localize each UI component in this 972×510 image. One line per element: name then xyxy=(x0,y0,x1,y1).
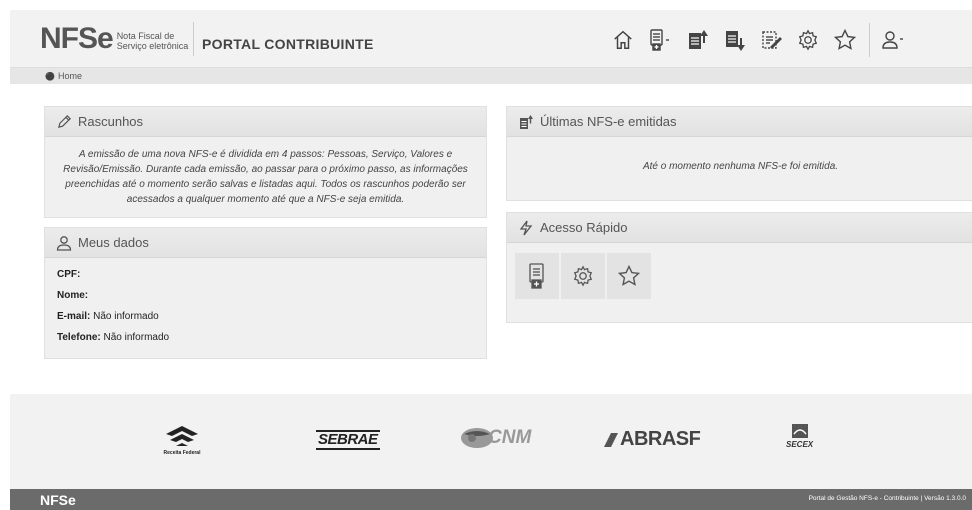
cpf-label: CPF: xyxy=(57,269,81,280)
quick-favorites-button[interactable] xyxy=(607,253,651,299)
version-text: Portal de Gestão NFS-e - Contribuinte | … xyxy=(808,495,966,502)
new-nfse-icon[interactable] xyxy=(645,26,675,54)
ultimas-nfse-panel: Últimas NFS-e emitidas Até o momento nen… xyxy=(506,106,972,201)
nfse-logo[interactable]: NFSe Nota Fiscal de Serviço eletrônica xyxy=(40,24,188,54)
sebrae-text: SEBRAE xyxy=(316,430,380,450)
lightning-icon xyxy=(518,220,534,236)
new-nfse-icon xyxy=(529,263,544,289)
abrasf-text: ABRASF xyxy=(620,428,701,450)
breadcrumb: ⚫ Home xyxy=(10,68,972,84)
telefone-row: Telefone: Não informado xyxy=(57,327,474,348)
quick-settings-button[interactable] xyxy=(561,253,605,299)
email-row: E-mail: Não informado xyxy=(57,306,474,327)
cpf-row: CPF: xyxy=(57,264,474,285)
acesso-rapido-panel: Acesso Rápido xyxy=(506,212,972,323)
telefone-value: Não informado xyxy=(103,332,170,343)
quick-new-nfse-button[interactable] xyxy=(515,253,559,299)
portal-title: PORTAL CONTRIBUINTE xyxy=(202,36,374,52)
cnm-text: CNM xyxy=(488,427,532,448)
issued-upload-icon[interactable] xyxy=(682,26,712,54)
footer-partners: Receita Federal SEBRAE CNM ABRASF SECEX xyxy=(10,394,972,489)
meus-dados-panel: Meus dados CPF: Nome: E-mail: Não inform… xyxy=(44,227,487,359)
email-label: E-mail: xyxy=(57,311,91,322)
secex-text: SECEX xyxy=(786,440,814,449)
logo-subtitle-line2: Serviço eletrônica xyxy=(116,41,189,51)
telefone-label: Telefone: xyxy=(57,332,101,343)
logo-subtitle-line1: Nota Fiscal de xyxy=(116,31,175,41)
receita-federal-logo[interactable]: Receita Federal xyxy=(162,424,202,456)
favorites-icon xyxy=(617,264,641,286)
secex-logo[interactable]: SECEX xyxy=(786,422,813,449)
receita-federal-text: Receita Federal xyxy=(163,450,201,456)
home-small-icon: ⚫ xyxy=(45,72,55,81)
nome-label: Nome: xyxy=(57,290,89,301)
user-icon[interactable] xyxy=(878,26,908,54)
header-divider xyxy=(193,22,194,56)
rascunhos-title: Rascunhos xyxy=(78,114,144,129)
top-nav xyxy=(608,23,915,57)
rascunhos-header: Rascunhos xyxy=(45,107,486,137)
acesso-rapido-title: Acesso Rápido xyxy=(540,220,628,235)
favorites-icon[interactable] xyxy=(830,26,860,54)
home-icon[interactable] xyxy=(608,26,638,54)
breadcrumb-home[interactable]: Home xyxy=(58,71,82,81)
rascunhos-text: A emissão de uma nova NFS-e é dividida e… xyxy=(63,149,468,205)
abrasf-logo[interactable]: ABRASF xyxy=(602,428,701,451)
meus-dados-body: CPF: Nome: E-mail: Não informado Telefon… xyxy=(45,258,486,358)
logo-subtitle: Nota Fiscal de Serviço eletrônica xyxy=(117,31,189,51)
meus-dados-header: Meus dados xyxy=(45,228,486,258)
bottom-logo: NFSe xyxy=(40,492,76,508)
received-download-icon[interactable] xyxy=(719,26,749,54)
pencil-icon xyxy=(56,114,72,130)
cnm-logo[interactable]: CNM xyxy=(460,426,531,450)
email-value: Não informado xyxy=(93,311,159,322)
sebrae-logo[interactable]: SEBRAE xyxy=(316,430,380,450)
user-outline-icon xyxy=(56,235,72,251)
settings-icon xyxy=(573,265,593,287)
logo-text: NFSe xyxy=(40,22,114,55)
nav-divider xyxy=(869,23,870,57)
bottom-bar: NFSe Portal de Gestão NFS-e - Contribuin… xyxy=(10,489,972,510)
ultimas-empty-text: Até o momento nenhuma NFS-e foi emitida. xyxy=(642,161,839,172)
meus-dados-title: Meus dados xyxy=(78,235,149,250)
upload-document-icon xyxy=(518,114,534,130)
app-header: NFSe Nota Fiscal de Serviço eletrônica P… xyxy=(10,10,972,68)
rascunhos-panel: Rascunhos A emissão de uma nova NFS-e é … xyxy=(44,106,487,218)
ultimas-header: Últimas NFS-e emitidas xyxy=(507,107,972,137)
quick-access-row xyxy=(507,243,972,309)
drafts-icon[interactable] xyxy=(756,26,786,54)
nome-row: Nome: xyxy=(57,285,474,306)
settings-icon[interactable] xyxy=(793,26,823,54)
acesso-rapido-header: Acesso Rápido xyxy=(507,213,972,243)
ultimas-title: Últimas NFS-e emitidas xyxy=(540,114,677,129)
